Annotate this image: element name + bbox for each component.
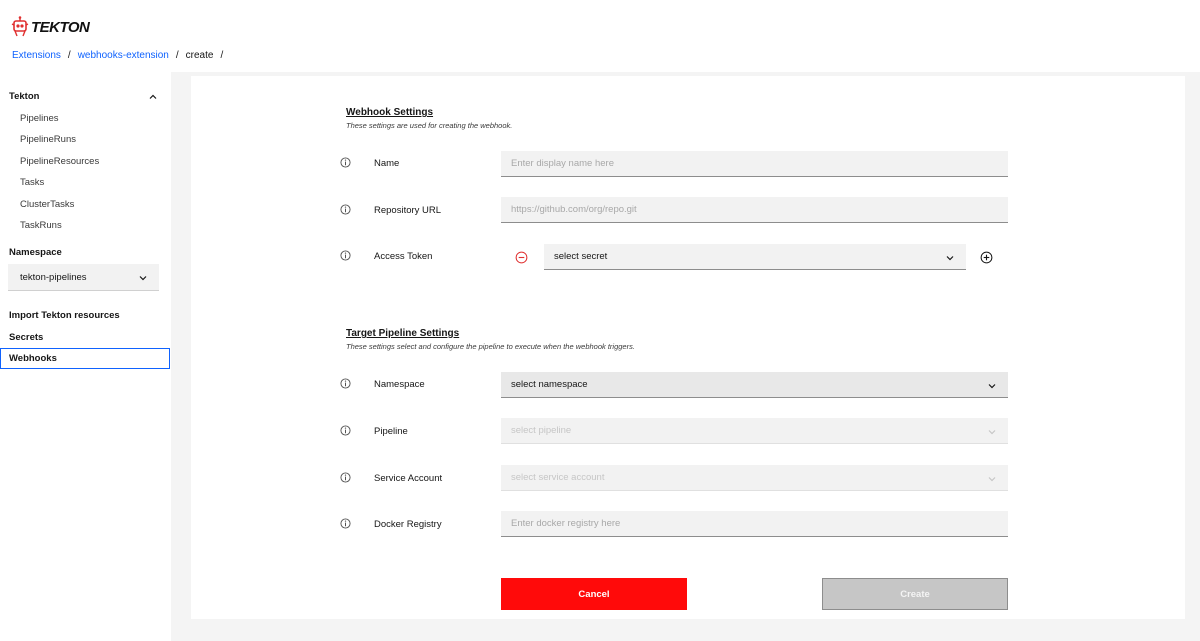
service-account-select-value: select service account <box>511 472 605 483</box>
sidebar-item-import[interactable]: Import Tekton resources <box>9 310 120 321</box>
breadcrumb-separator: / <box>67 49 71 61</box>
chevron-up-icon[interactable] <box>148 92 158 102</box>
breadcrumb: Extensions / webhooks-extension / create… <box>12 48 230 62</box>
chevron-down-icon <box>946 256 954 261</box>
info-icon[interactable] <box>340 157 351 168</box>
info-icon[interactable] <box>340 518 351 529</box>
sidebar-namespace-select[interactable]: tekton-pipelines <box>8 264 159 291</box>
tekton-logo[interactable]: TEKTON <box>11 14 90 40</box>
service-account-label: Service Account <box>374 473 443 484</box>
sidebar-namespace-value: tekton-pipelines <box>20 271 87 283</box>
chevron-down-icon <box>988 477 996 482</box>
sidebar-item-pipelines[interactable]: Pipelines <box>20 113 59 124</box>
info-icon[interactable] <box>340 472 351 483</box>
sidebar-item-taskruns[interactable]: TaskRuns <box>20 220 62 231</box>
chevron-down-icon <box>988 430 996 435</box>
sidebar-section-tekton[interactable]: Tekton <box>9 91 39 102</box>
info-icon[interactable] <box>340 250 351 261</box>
sidebar-item-clustertasks[interactable]: ClusterTasks <box>20 199 74 210</box>
target-pipeline-settings-subtitle: These settings select and configure the … <box>346 342 635 351</box>
target-pipeline-settings-title: Target Pipeline Settings <box>346 328 460 339</box>
sidebar-item-webhooks-label: Webhooks <box>9 353 57 364</box>
remove-secret-icon[interactable] <box>515 251 528 264</box>
namespace-select-value: select namespace <box>511 379 588 390</box>
access-token-label: Access Token <box>374 251 433 262</box>
create-button[interactable]: Create <box>822 578 1008 610</box>
name-label: Name <box>374 158 400 169</box>
pipeline-label: Pipeline <box>374 426 408 437</box>
access-token-select-value: select secret <box>554 251 608 262</box>
chevron-down-icon <box>988 384 996 389</box>
repository-url-input[interactable]: https://github.com/org/repo.git <box>501 197 1008 223</box>
webhook-settings-subtitle: These settings are used for creating the… <box>346 121 513 130</box>
chevron-down-icon <box>139 276 147 281</box>
sidebar-item-pipelineruns[interactable]: PipelineRuns <box>20 134 76 145</box>
breadcrumb-separator: / <box>175 49 179 61</box>
name-input-placeholder: Enter display name here <box>511 158 614 169</box>
docker-registry-label: Docker Registry <box>374 519 442 530</box>
sidebar-item-secrets[interactable]: Secrets <box>9 332 43 343</box>
info-icon[interactable] <box>340 425 351 436</box>
breadcrumb-extensions[interactable]: Extensions <box>12 50 61 61</box>
docker-registry-placeholder: Enter docker registry here <box>511 518 621 529</box>
tekton-robot-icon <box>11 16 29 37</box>
docker-registry-input[interactable]: Enter docker registry here <box>501 511 1008 537</box>
info-icon[interactable] <box>340 204 351 215</box>
breadcrumb-webhooks-extension[interactable]: webhooks-extension <box>78 50 169 61</box>
breadcrumb-separator: / <box>220 49 224 61</box>
sidebar-item-pipelineresources[interactable]: PipelineResources <box>20 156 99 167</box>
repository-url-placeholder: https://github.com/org/repo.git <box>511 204 637 215</box>
webhook-settings-title: Webhook Settings <box>346 107 434 118</box>
namespace-label: Namespace <box>374 379 425 390</box>
service-account-select[interactable]: select service account <box>501 465 1008 491</box>
repository-url-label: Repository URL <box>374 205 442 216</box>
add-secret-icon[interactable] <box>980 251 993 264</box>
namespace-select[interactable]: select namespace <box>501 372 1008 398</box>
pipeline-select-value: select pipeline <box>511 425 572 436</box>
sidebar-item-tasks[interactable]: Tasks <box>20 177 44 188</box>
pipeline-select[interactable]: select pipeline <box>501 418 1008 444</box>
name-input[interactable]: Enter display name here <box>501 151 1008 177</box>
info-icon[interactable] <box>340 378 351 389</box>
sidebar-item-webhooks[interactable]: Webhooks <box>0 348 170 369</box>
logo-text: TEKTON <box>31 18 90 36</box>
access-token-select[interactable]: select secret <box>544 244 966 270</box>
breadcrumb-create: create <box>185 49 214 61</box>
sidebar-namespace-label: Namespace <box>9 247 62 258</box>
cancel-button[interactable]: Cancel <box>501 578 687 610</box>
